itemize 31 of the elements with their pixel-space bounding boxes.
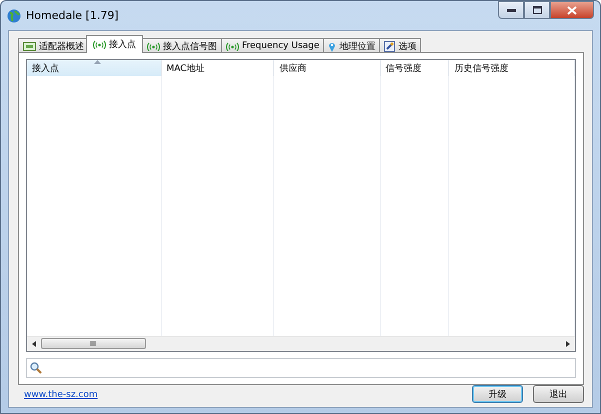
- horizontal-scrollbar[interactable]: [27, 336, 575, 351]
- column-header[interactable]: 接入点: [27, 60, 162, 76]
- left-arrow-icon[interactable]: [32, 341, 36, 347]
- maximize-button[interactable]: [524, 1, 550, 19]
- maximize-icon[interactable]: [532, 6, 542, 14]
- tab[interactable]: 地理位置: [323, 38, 380, 53]
- settings-icon: [384, 40, 396, 52]
- tab[interactable]: 接入点: [86, 35, 143, 53]
- search-icon: [30, 362, 42, 374]
- scrollbar-thumb[interactable]: [41, 338, 146, 349]
- upgrade-button[interactable]: 升级: [472, 385, 523, 403]
- column-header[interactable]: 信号强度: [380, 60, 450, 76]
- exit-button[interactable]: 退出: [533, 385, 584, 403]
- sort-arrow-icon: [94, 60, 101, 64]
- signal-icon: [226, 42, 239, 50]
- minimize-icon[interactable]: [506, 8, 516, 12]
- window-title: Homedale [1.79]: [26, 9, 119, 22]
- column-header[interactable]: MAC地址: [162, 60, 274, 76]
- signal-icon: [147, 42, 160, 50]
- search-field[interactable]: [26, 358, 576, 378]
- network-card-icon: [23, 42, 36, 50]
- globe-icon: [7, 8, 21, 22]
- tab[interactable]: 接入点信号图: [142, 38, 222, 53]
- tab[interactable]: Frequency Usage: [221, 38, 324, 53]
- website-link[interactable]: www.the-sz.com: [24, 390, 98, 400]
- right-arrow-icon[interactable]: [566, 341, 570, 347]
- signal-icon: [93, 40, 106, 49]
- minimize-button[interactable]: [498, 1, 524, 19]
- tab[interactable]: 选项: [379, 38, 422, 53]
- close-icon[interactable]: [567, 6, 577, 14]
- close-button[interactable]: [550, 1, 594, 19]
